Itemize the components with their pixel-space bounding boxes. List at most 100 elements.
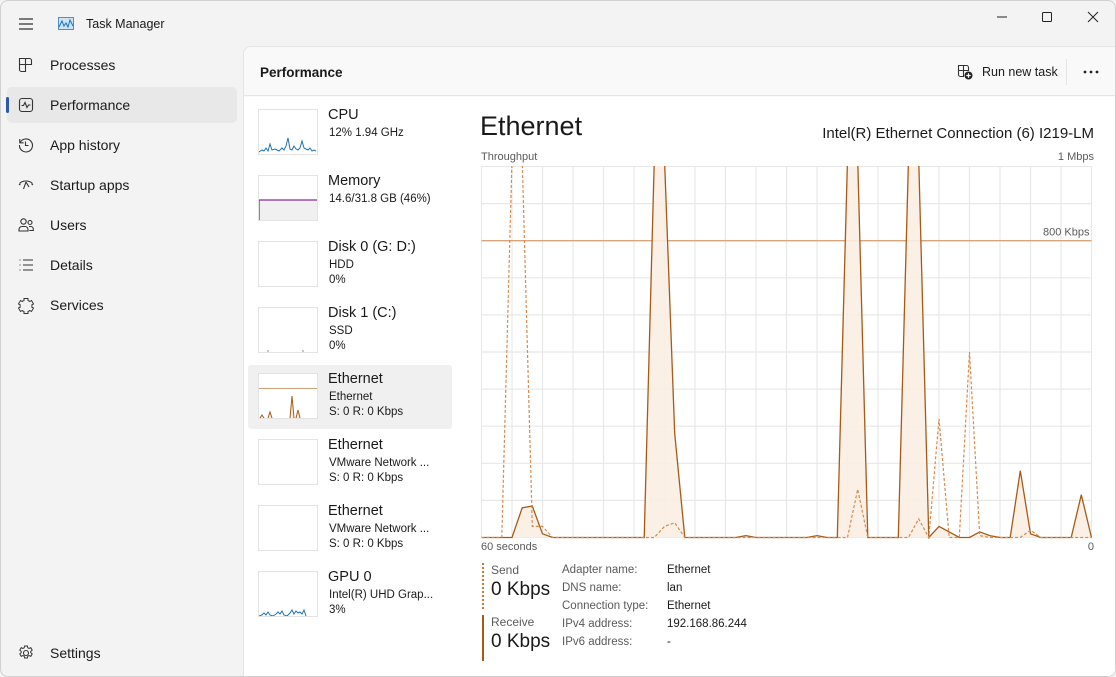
processes-icon [18,57,33,73]
device-item-ethernet-empty[interactable]: Ethernet VMware Network ... S: 0 R: 0 Kbps [248,497,452,561]
send-value: 0 Kbps [491,579,551,600]
sidebar-item-startup-apps[interactable]: Startup apps [7,167,237,203]
maximize-button[interactable] [1024,1,1070,33]
close-button[interactable] [1070,1,1115,33]
throughput-chart: 800 Kbps [481,166,1092,539]
adapter-model: Intel(R) Ethernet Connection (6) I219-LM [822,125,1094,142]
gear-icon [19,645,33,659]
services-icon [17,298,35,314]
device-item-cpu[interactable]: CPU 12% 1.94 GHz [248,101,452,165]
time-span-label: 60 seconds [481,541,538,553]
sidebar-item-services[interactable]: Services [7,287,237,323]
device-item-disk[interactable]: Disk 1 (C:) SSD 0% [248,299,452,363]
device-name: GPU 0 [328,569,372,585]
receive-label: Receive [491,615,535,629]
header-divider [1066,59,1067,85]
property-row: Adapter name: Ethernet [562,564,747,582]
content-header: Performance Run new task [244,47,1115,96]
close-icon [1087,11,1099,23]
property-row: DNS name: lan [562,582,747,600]
sidebar-item-app-history[interactable]: App history [7,127,237,163]
property-value: Ethernet [667,564,711,576]
sidebar-item-users[interactable]: Users [7,207,237,243]
performance-icon [18,97,34,113]
max-scale-label: 1 Mbps [1057,151,1094,163]
device-item-ethernet[interactable]: Ethernet Ethernet S: 0 R: 0 Kbps [248,365,452,429]
device-status: S: 0 R: 0 Kbps [329,406,404,418]
device-item-gpu[interactable]: GPU 0 Intel(R) UHD Grap... 3% [248,563,452,627]
device-subtitle: HDD [329,259,354,271]
minimize-button[interactable] [979,1,1025,33]
startup-icon [18,180,34,190]
run-new-task-label: Run new task [982,65,1058,79]
device-thumbnail-graph [258,175,318,221]
device-subtitle: Ethernet [329,391,373,403]
property-row: Connection type: Ethernet [562,600,747,618]
receive-stat: Receive 0 Kbps [482,615,557,661]
device-thumbnail-graph [258,109,318,155]
device-item-ethernet-empty[interactable]: Ethernet VMware Network ... S: 0 R: 0 Kbps [248,431,452,495]
device-status: 0% [329,274,346,286]
run-new-task-icon [957,64,973,80]
adapter-properties: Adapter name: Ethernet DNS name: lan Conne… [562,564,747,654]
hamburger-menu-button[interactable] [15,13,37,35]
device-item-disk[interactable]: Disk 0 (G: D:) HDD 0% [248,233,452,297]
details-icon [19,259,33,271]
chart-reference-label: 800 Kbps [1043,227,1090,239]
sidebar-item-label: Services [50,297,104,313]
device-status: S: 0 R: 0 Kbps [329,472,404,484]
device-thumbnail-graph [258,439,318,485]
property-value: 192.168.86.244 [667,618,747,630]
hamburger-icon [19,18,33,30]
throughput-label: Throughput [481,151,538,163]
property-row: IPv4 address: 192.168.86.244 [562,618,747,636]
property-value: Ethernet [667,600,711,612]
device-status: S: 0 R: 0 Kbps [329,538,404,550]
sidebar-item-label: App history [50,137,121,153]
sidebar-item-label: Processes [50,57,116,73]
ethernet-detail: Ethernet Intel(R) Ethernet Connection (6… [480,97,1115,676]
device-list: CPU 12% 1.94 GHz Memory 14.6/31.8 GB (46%) D… [248,97,454,676]
property-key: Adapter name: [562,564,638,576]
run-new-task-button[interactable]: Run new task [948,57,1066,87]
app-title: Task Manager [86,17,165,31]
send-label: Send [491,563,520,577]
send-stat: Send 0 Kbps [482,563,557,609]
more-options-button[interactable] [1076,57,1106,87]
device-item-memory[interactable]: Memory 14.6/31.8 GB (46%) [248,167,452,231]
sidebar-item-label: Performance [50,97,131,113]
sidebar-item-settings[interactable]: Settings [7,635,237,671]
device-status: 0% [329,340,346,352]
performance-main: CPU 12% 1.94 GHz Memory 14.6/31.8 GB (46%) D… [244,97,1115,676]
task-manager-window: Task Manager Processes Performance App h… [0,0,1116,677]
device-subtitle: VMware Network ... [329,523,430,535]
property-value: lan [667,582,683,594]
device-name: Ethernet [328,503,383,519]
history-icon [18,138,34,153]
sidebar-nav: Processes Performance App history Startu… [1,45,243,676]
more-icon [1083,70,1099,74]
minimize-icon [997,16,1007,18]
device-name: Disk 0 (G: D:) [328,239,416,255]
device-status: 3% [329,604,346,616]
device-subtitle: 14.6/31.8 GB (46%) [329,193,431,205]
sidebar-item-label: Startup apps [50,177,130,193]
sidebar-item-performance[interactable]: Performance [6,87,237,123]
sidebar-item-details[interactable]: Details [7,247,237,283]
property-key: DNS name: [562,582,622,594]
device-thumbnail-graph [258,241,318,287]
property-key: Connection type: [562,600,649,612]
device-subtitle: SSD [329,325,353,337]
receive-value: 0 Kbps [491,631,551,652]
task-manager-app-icon [58,17,74,30]
device-thumbnail-graph [258,373,318,419]
sidebar-item-label: Details [50,257,93,273]
title-bar: Task Manager [1,1,1115,45]
sidebar-item-label: Settings [50,645,101,661]
device-name: Disk 1 (C:) [328,305,397,321]
property-key: IPv4 address: [562,618,633,630]
content-panel: Performance Run new task CPU 12% 1.94 GHz… [243,46,1115,676]
sidebar-item-processes[interactable]: Processes [7,47,237,83]
property-row: IPv6 address: - [562,636,747,654]
device-thumbnail-graph [258,307,318,353]
